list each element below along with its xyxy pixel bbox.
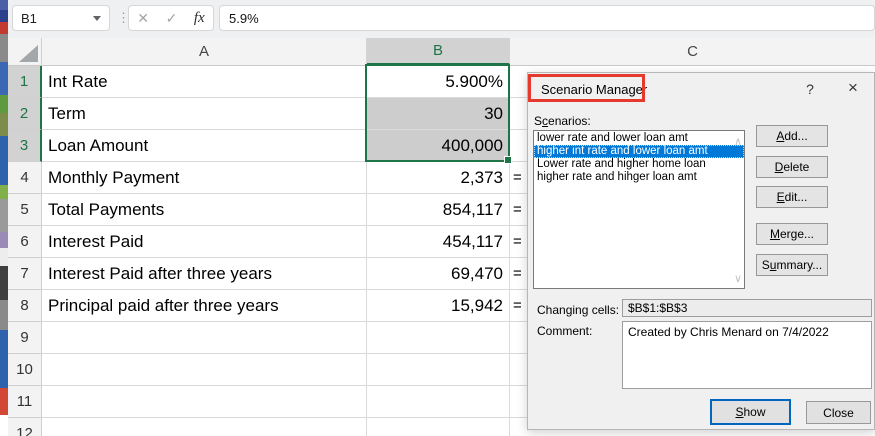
summary-button[interactable]: Su mmary... bbox=[756, 254, 828, 276]
comment-value: Created by Chris Menard on 7/4/2022 bbox=[628, 325, 829, 339]
help-icon[interactable]: ? bbox=[802, 81, 818, 97]
column-header-c[interactable]: C bbox=[510, 38, 875, 65]
list-item[interactable]: higher rate and hihger loan amt bbox=[534, 171, 744, 184]
row-header-12[interactable]: 12 bbox=[8, 418, 42, 436]
list-item[interactable]: Lower rate and higher home loan bbox=[534, 158, 744, 171]
cell-b7[interactable]: 69,470 bbox=[367, 258, 510, 290]
cell-b2[interactable]: 30 bbox=[367, 98, 510, 130]
column-headers: A B C bbox=[8, 38, 875, 66]
cell-a11[interactable] bbox=[42, 386, 367, 418]
cell-b5[interactable]: 854,117 bbox=[367, 194, 510, 226]
insert-function-icon[interactable]: fx bbox=[194, 10, 205, 27]
row-header-9[interactable]: 9 bbox=[8, 322, 42, 354]
row-header-8[interactable]: 8 bbox=[8, 290, 42, 322]
add-button[interactable]: Add... bbox=[756, 125, 828, 147]
scenario-manager-dialog: Scenario Manager ? × Scenarios: lower ra… bbox=[527, 72, 875, 430]
list-item[interactable]: lower rate and lower loan amt bbox=[534, 132, 744, 145]
merge-button[interactable]: Merge... bbox=[756, 223, 828, 245]
cell-a10[interactable] bbox=[42, 354, 367, 386]
cell-b4[interactable]: 2,373 bbox=[367, 162, 510, 194]
column-header-a[interactable]: A bbox=[42, 38, 367, 65]
close-icon[interactable]: × bbox=[844, 78, 862, 98]
cell-b6[interactable]: 454,117 bbox=[367, 226, 510, 258]
select-all-button[interactable] bbox=[8, 38, 42, 65]
cell-b8[interactable]: 15,942 bbox=[367, 290, 510, 322]
comment-label: Comment: bbox=[537, 324, 593, 338]
close-button[interactable]: Close bbox=[806, 401, 871, 424]
row-header-6[interactable]: 6 bbox=[8, 226, 42, 258]
cell-a9[interactable] bbox=[42, 322, 367, 354]
delete-button[interactable]: Delete bbox=[756, 156, 828, 178]
comment-field[interactable]: Created by Chris Menard on 7/4/2022 bbox=[622, 321, 872, 389]
name-box[interactable]: B1 bbox=[12, 5, 110, 31]
row-header-10[interactable]: 10 bbox=[8, 354, 42, 386]
cell-b3[interactable]: 400,000 bbox=[367, 130, 510, 162]
cell-a5[interactable]: Total Payments bbox=[42, 194, 367, 226]
fill-handle[interactable] bbox=[504, 156, 512, 164]
cell-b1[interactable]: 5.900% bbox=[367, 66, 510, 98]
desktop-edge-strip bbox=[0, 0, 8, 436]
cell-a12[interactable] bbox=[42, 418, 367, 436]
formula-buttons-group: ✕ ✓ fx bbox=[128, 5, 214, 31]
cell-a7[interactable]: Interest Paid after three years bbox=[42, 258, 367, 290]
row-header-11[interactable]: 11 bbox=[8, 386, 42, 418]
list-item-selected[interactable]: higher int rate and lower loan amt bbox=[534, 145, 744, 158]
cell-a3[interactable]: Loan Amount bbox=[42, 130, 367, 162]
column-header-b[interactable]: B bbox=[367, 38, 510, 65]
edit-button[interactable]: Edit... bbox=[756, 186, 828, 208]
changing-cells-value: $B$1:$B$3 bbox=[628, 301, 688, 315]
show-button[interactable]: Show bbox=[710, 399, 791, 425]
row-header-4[interactable]: 4 bbox=[8, 162, 42, 194]
cell-b9[interactable] bbox=[367, 322, 510, 354]
chevron-down-icon[interactable] bbox=[93, 15, 101, 21]
row-header-7[interactable]: 7 bbox=[8, 258, 42, 290]
cell-b11[interactable] bbox=[367, 386, 510, 418]
dialog-title: Scenario Manager bbox=[541, 82, 648, 97]
formula-value: 5.9% bbox=[229, 10, 259, 26]
scroll-down-icon[interactable]: ∨ bbox=[734, 272, 742, 285]
enter-icon[interactable]: ✓ bbox=[166, 11, 178, 25]
cell-a8[interactable]: Principal paid after three years bbox=[42, 290, 367, 322]
cancel-icon[interactable]: ✕ bbox=[137, 11, 149, 25]
scenarios-label: Scenarios: bbox=[534, 114, 591, 128]
changing-cells-field[interactable]: $B$1:$B$3 bbox=[622, 299, 872, 317]
cell-b10[interactable] bbox=[367, 354, 510, 386]
cell-a2[interactable]: Term bbox=[42, 98, 367, 130]
cell-a4[interactable]: Monthly Payment bbox=[42, 162, 367, 194]
changing-cells-label: Changing cells: bbox=[537, 303, 620, 317]
scenarios-listbox[interactable]: lower rate and lower loan amt higher int… bbox=[533, 130, 745, 289]
select-all-triangle-icon bbox=[19, 45, 38, 62]
cell-a1[interactable]: Int Rate bbox=[42, 66, 367, 98]
scroll-up-icon[interactable]: ∧ bbox=[734, 135, 742, 148]
cell-b12[interactable] bbox=[367, 418, 510, 436]
cell-a6[interactable]: Interest Paid bbox=[42, 226, 367, 258]
row-header-2[interactable]: 2 bbox=[8, 98, 42, 130]
name-box-value: B1 bbox=[21, 10, 37, 26]
formula-bar-row: B1 ⋮ ✕ ✓ fx 5.9% bbox=[8, 0, 875, 38]
row-header-5[interactable]: 5 bbox=[8, 194, 42, 226]
formula-input[interactable]: 5.9% bbox=[219, 5, 875, 31]
excel-window: B1 ⋮ ✕ ✓ fx 5.9% A B C 1 Int Rate 5.900%… bbox=[0, 0, 875, 436]
row-header-1[interactable]: 1 bbox=[8, 66, 42, 98]
row-header-3[interactable]: 3 bbox=[8, 130, 42, 162]
